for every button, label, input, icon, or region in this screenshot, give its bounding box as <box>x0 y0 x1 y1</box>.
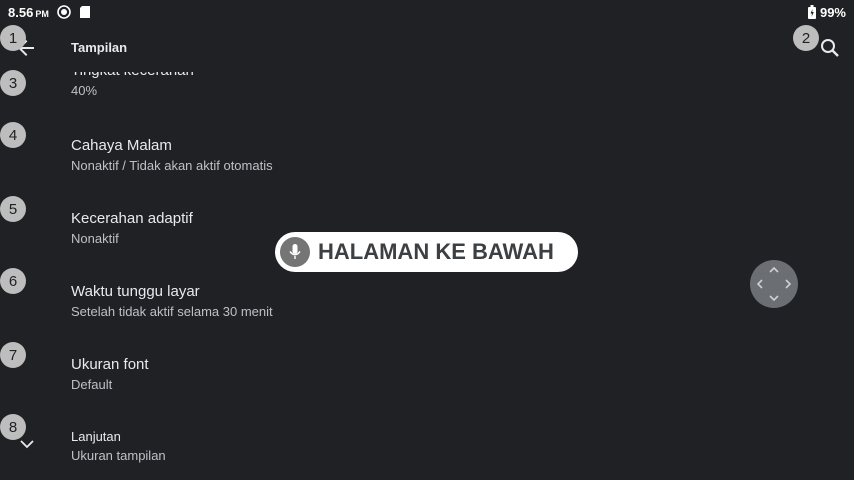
sd-card-icon <box>79 5 91 19</box>
voice-number-badge[interactable]: 5 <box>0 196 26 222</box>
clock-time: 8.56 <box>8 4 34 20</box>
setting-subtitle: Ukuran tampilan <box>71 448 166 463</box>
status-right: 99% <box>807 4 854 20</box>
app-toolbar: Tampilan <box>0 24 854 72</box>
status-bar: 8.56 PM 99% <box>0 0 854 24</box>
setting-font-size[interactable]: Ukuran font Default <box>71 356 149 392</box>
setting-subtitle: Nonaktif / Tidak akan aktif otomatis <box>71 158 273 173</box>
setting-screen-timeout[interactable]: Waktu tunggu layar Setelah tidak aktif s… <box>71 283 273 319</box>
setting-subtitle: Default <box>71 377 113 392</box>
page-title: Tampilan <box>71 40 128 55</box>
voice-number-badge[interactable]: 4 <box>0 122 26 148</box>
voice-number-badge[interactable]: 8 <box>0 414 26 440</box>
setting-subtitle: Nonaktif <box>71 231 119 246</box>
voice-number-badge[interactable]: 3 <box>0 70 26 96</box>
voice-number-badge[interactable]: 6 <box>0 268 26 294</box>
setting-night-light[interactable]: Cahaya Malam Nonaktif / Tidak akan aktif… <box>71 137 273 173</box>
sync-icon <box>57 5 71 19</box>
microphone-icon <box>280 237 310 267</box>
voice-number-badge[interactable]: 1 <box>0 25 26 51</box>
floating-nav-pad[interactable] <box>750 260 798 308</box>
search-icon[interactable] <box>818 36 842 60</box>
setting-subtitle: Setelah tidak aktif selama 30 menit <box>71 304 273 319</box>
voice-number-badge[interactable]: 2 <box>793 25 819 51</box>
voice-command-pill: HALAMAN KE BAWAH <box>275 232 578 272</box>
nav-arrows-icon <box>756 266 792 302</box>
clock: 8.56 PM <box>8 5 49 20</box>
setting-subtitle: 40% <box>71 83 98 98</box>
setting-adaptive-brightness[interactable]: Kecerahan adaptif Nonaktif <box>71 210 193 246</box>
setting-title: Waktu tunggu layar <box>71 283 200 300</box>
clock-ampm: PM <box>35 8 49 19</box>
chevron-down-icon[interactable] <box>17 436 37 452</box>
setting-title: Kecerahan adaptif <box>71 210 193 227</box>
battery-icon <box>807 5 816 19</box>
setting-advanced[interactable]: Lanjutan Ukuran tampilan <box>71 429 166 463</box>
voice-command-label: HALAMAN KE BAWAH <box>318 239 554 264</box>
status-left: 8.56 PM <box>0 5 91 20</box>
setting-title: Cahaya Malam <box>71 137 172 154</box>
setting-title: Lanjutan <box>71 429 121 444</box>
setting-title: Ukuran font <box>71 356 149 373</box>
battery-level: 99% <box>819 4 846 20</box>
voice-number-badge[interactable]: 7 <box>0 342 26 368</box>
